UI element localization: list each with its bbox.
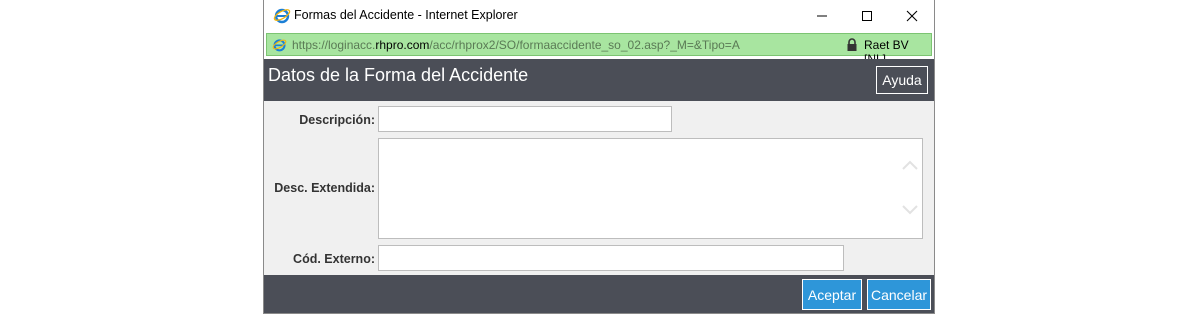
help-button[interactable]: Ayuda (876, 66, 928, 94)
close-button[interactable] (889, 0, 934, 31)
url-prefix: https://loginacc. (292, 38, 376, 52)
cancel-button[interactable]: Cancelar (867, 279, 931, 310)
descripcion-label: Descripción: (299, 113, 375, 127)
address-bar[interactable]: https://loginacc.rhpro.com/acc/rhprox2/S… (266, 33, 932, 66)
url-text[interactable]: https://loginacc.rhpro.com/acc/rhprox2/S… (292, 38, 740, 52)
maximize-icon (861, 10, 872, 21)
close-icon (906, 10, 917, 21)
form-footer: Aceptar Cancelar (264, 275, 934, 313)
form-body: Descripción: Desc. Extendida: Cód. Exter… (264, 101, 934, 275)
chevron-up-icon[interactable] (902, 160, 918, 170)
minimize-button[interactable] (799, 0, 844, 31)
ie-icon (272, 39, 287, 52)
ie-icon (273, 8, 291, 24)
lock-icon[interactable] (846, 38, 858, 52)
url-path: /acc/rhprox2/SO/formaaccidente_so_02.asp… (429, 38, 740, 52)
cod-externo-label: Cód. Externo: (293, 252, 375, 266)
window-title: Formas del Accidente - Internet Explorer (294, 8, 518, 22)
cod-externo-input[interactable] (378, 245, 844, 271)
maximize-button[interactable] (844, 0, 889, 31)
descripcion-input[interactable] (378, 106, 672, 132)
chevron-down-icon[interactable] (902, 205, 918, 215)
textarea-scrollbar[interactable] (899, 140, 921, 238)
form-header: Datos de la Forma del Accidente Ayuda (264, 59, 934, 101)
minimize-icon (816, 15, 827, 16)
desc-extendida-textarea[interactable] (378, 138, 923, 239)
accept-button[interactable]: Aceptar (802, 279, 862, 310)
url-domain: rhpro.com (375, 38, 430, 52)
title-bar: Formas del Accidente - Internet Explorer (264, 0, 934, 31)
page-title: Datos de la Forma del Accidente (268, 65, 529, 85)
browser-window: Formas del Accidente - Internet Explorer… (263, 0, 935, 314)
desc-extendida-label: Desc. Extendida: (274, 181, 375, 195)
